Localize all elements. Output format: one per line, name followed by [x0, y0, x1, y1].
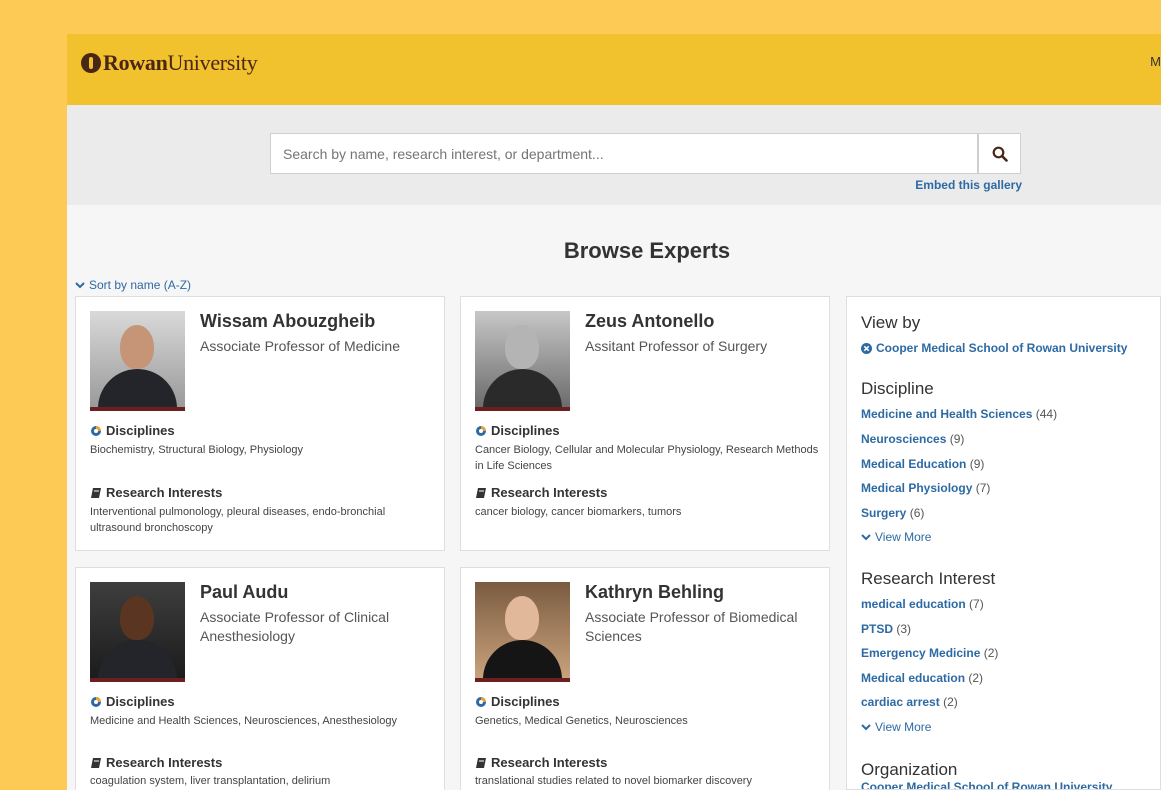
disciplines-icon [476, 425, 486, 436]
chevron-down-icon [861, 724, 871, 731]
disciplines-text: Genetics, Medical Genetics, Neuroscience… [475, 715, 688, 727]
search-button[interactable] [978, 133, 1021, 174]
discipline-filter-item[interactable]: Medical Education (9) [861, 457, 984, 471]
torch-icon [81, 53, 101, 73]
disciplines-text: Cancer Biology, Cellular and Molecular P… [475, 444, 819, 472]
expert-card[interactable]: Wissam Abouzgheib Associate Professor of… [75, 296, 445, 551]
expert-photo[interactable] [90, 311, 185, 411]
interest-filter-item[interactable]: cardiac arrest (2) [861, 695, 958, 709]
filter-sidebar: View by Cooper Medical School of Rowan U… [846, 296, 1161, 790]
book-icon [476, 757, 486, 768]
chevron-down-icon [75, 282, 85, 289]
expert-title: Assitant Professor of Surgery [585, 338, 768, 354]
interest-filter-item[interactable]: PTSD (3) [861, 622, 911, 636]
organization-filter-item[interactable]: Cooper Medical School of Rowan Universit… [861, 780, 1112, 789]
expert-card[interactable]: Kathryn Behling Associate Professor of B… [460, 567, 830, 790]
disciplines-icon [91, 425, 101, 436]
expert-photo[interactable] [90, 582, 185, 682]
discipline-filter-item[interactable]: Surgery (6) [861, 506, 924, 520]
interest-filter-item[interactable]: Medical education (2) [861, 671, 983, 685]
book-icon [91, 487, 101, 498]
research-interest-heading: Research Interest [861, 569, 996, 588]
discipline-view-more[interactable]: View More [861, 530, 931, 544]
discipline-heading: Discipline [861, 379, 934, 398]
sort-label: Sort by name (A-Z) [89, 278, 192, 292]
interest-filter-item[interactable]: medical education (7) [861, 597, 984, 611]
active-filter-chip[interactable]: Cooper Medical School of Rowan Universit… [861, 341, 1127, 355]
disciplines-heading: Disciplines [90, 423, 175, 438]
expert-photo[interactable] [475, 311, 570, 411]
expert-title: Associate Professor of Biomedical Scienc… [585, 609, 798, 644]
disciplines-icon [476, 696, 486, 707]
research-interests-heading: Research Interests [90, 485, 222, 500]
expert-card[interactable]: Paul Audu Associate Professor of Clinica… [75, 567, 445, 790]
header-menu-link[interactable]: M [1150, 54, 1161, 69]
discipline-filter-item[interactable]: Medicine and Health Sciences (44) [861, 407, 1057, 421]
disciplines-heading: Disciplines [90, 694, 175, 709]
research-interests-heading: Research Interests [475, 485, 607, 500]
disciplines-text: Biochemistry, Structural Biology, Physio… [90, 444, 303, 456]
expert-name[interactable]: Wissam Abouzgheib [200, 311, 375, 332]
view-by-heading: View by [861, 313, 921, 332]
expert-card[interactable]: Zeus Antonello Assitant Professor of Sur… [460, 296, 830, 551]
search-icon [992, 146, 1008, 162]
expert-name[interactable]: Zeus Antonello [585, 311, 714, 332]
search-band: Embed this gallery [67, 105, 1161, 205]
disciplines-text: Medicine and Health Sciences, Neuroscien… [90, 715, 397, 727]
interest-view-more[interactable]: View More [861, 720, 931, 734]
research-interests-text: Interventional pulmonology, pleural dise… [90, 506, 386, 534]
expert-name[interactable]: Paul Audu [200, 582, 288, 603]
organization-heading: Organization [861, 760, 958, 779]
expert-title: Associate Professor of Clinical Anesthes… [200, 609, 390, 644]
discipline-filter-item[interactable]: Neurosciences (9) [861, 432, 964, 446]
discipline-filter-item[interactable]: Medical Physiology (7) [861, 481, 990, 495]
expert-photo[interactable] [475, 582, 570, 682]
research-interests-heading: Research Interests [475, 755, 607, 770]
page-title: Browse Experts [563, 238, 731, 263]
research-interests-heading: Research Interests [90, 755, 222, 770]
research-interests-text: cancer biology, cancer biomarkers, tumor… [475, 506, 682, 518]
expert-name[interactable]: Kathryn Behling [585, 582, 724, 603]
disciplines-heading: Disciplines [475, 694, 560, 709]
search-input[interactable] [270, 133, 978, 174]
logo-text: RowanUniversity [103, 50, 258, 75]
site-header: RowanUniversity M [67, 34, 1161, 105]
sort-dropdown[interactable]: Sort by name (A-Z) [75, 278, 191, 292]
embed-gallery-link[interactable]: Embed this gallery [915, 178, 1022, 192]
app-frame: RowanUniversity M Embed this gallery Bro… [67, 34, 1161, 790]
disciplines-heading: Disciplines [475, 423, 560, 438]
disciplines-icon [91, 696, 101, 707]
chevron-down-icon [861, 534, 871, 541]
expert-title: Associate Professor of Medicine [200, 338, 400, 354]
rowan-logo[interactable]: RowanUniversity [81, 50, 258, 76]
research-interests-text: coagulation system, liver transplantatio… [90, 775, 331, 787]
research-interests-text: translational studies related to novel b… [475, 775, 752, 787]
book-icon [91, 757, 101, 768]
book-icon [476, 487, 486, 498]
remove-filter-icon [861, 342, 872, 354]
interest-filter-item[interactable]: Emergency Medicine (2) [861, 646, 998, 660]
